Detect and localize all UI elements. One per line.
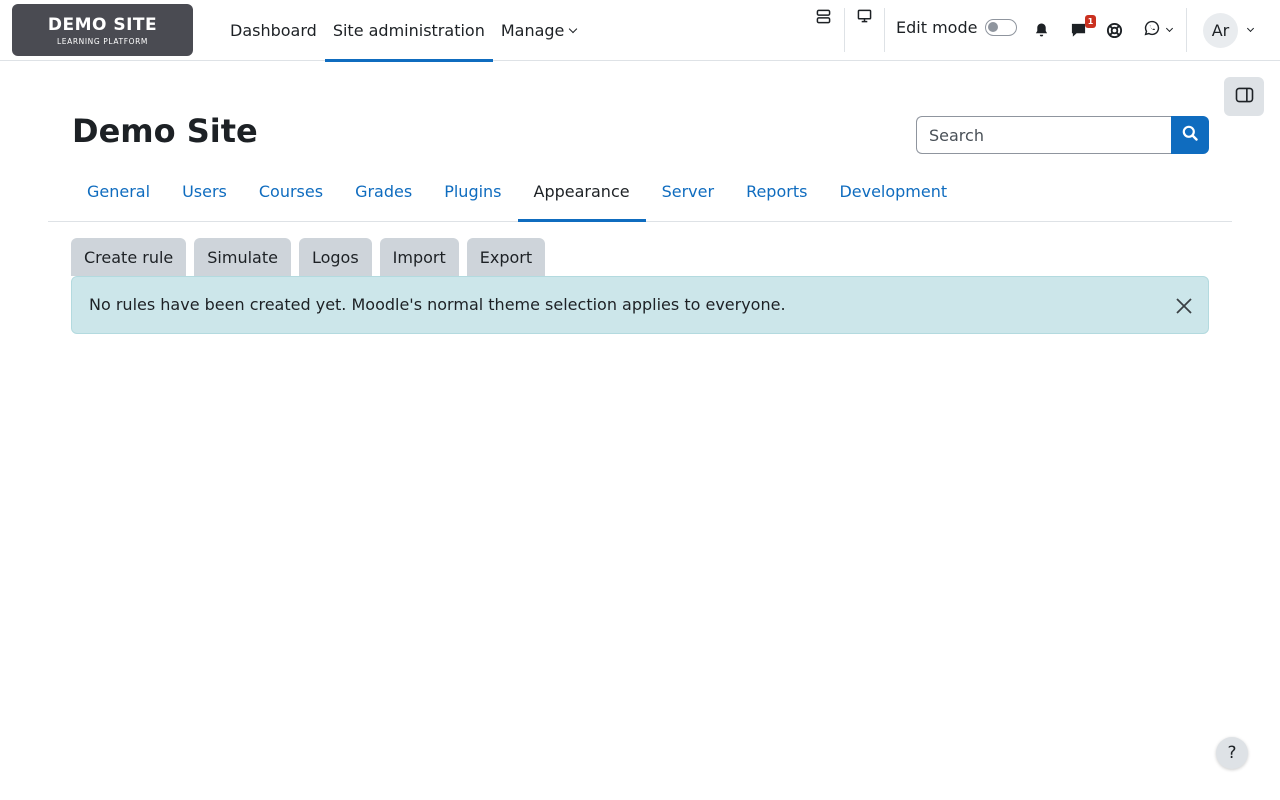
tab-label: General (87, 181, 151, 201)
lifebuoy-icon[interactable] (1104, 20, 1124, 40)
admin-search (916, 116, 1209, 154)
nav-dashboard[interactable]: Dashboard (222, 0, 325, 61)
simulate-button[interactable]: Simulate (194, 238, 291, 276)
search-icon (1182, 125, 1198, 145)
info-alert: No rules have been created yet. Moodle's… (71, 276, 1209, 334)
action-bar: Create rule Simulate Logos Import Export (71, 238, 546, 276)
whatsapp-icon (1144, 20, 1160, 40)
primary-navigation: Dashboard Site administration Manage (222, 0, 585, 62)
tab-label: Appearance (533, 181, 630, 201)
bell-icon[interactable] (1031, 20, 1051, 40)
site-logo[interactable]: DEMO SITE LEARNING PLATFORM (12, 4, 193, 56)
avatar-initials: Ar (1211, 21, 1230, 40)
tab-users[interactable]: Users (166, 161, 243, 221)
page-title: Demo Site (72, 112, 258, 150)
tab-server[interactable]: Server (646, 161, 730, 221)
sidebar-panel-icon (1235, 87, 1254, 107)
chevron-down-icon (1246, 24, 1254, 32)
tab-plugins[interactable]: Plugins (428, 161, 517, 221)
tab-label: Development (839, 181, 948, 201)
top-navbar: DEMO SITE LEARNING PLATFORM Dashboard Si… (0, 0, 1280, 62)
help-label: ? (1227, 743, 1237, 763)
tab-label: Server (661, 181, 715, 201)
navbar-divider (884, 8, 885, 52)
tab-label: Reports (746, 181, 808, 201)
search-button[interactable] (1171, 116, 1209, 154)
navbar-divider (844, 8, 845, 52)
tab-label: Users (182, 181, 227, 201)
edit-mode-toggle[interactable] (985, 19, 1018, 36)
help-button[interactable]: ? (1216, 737, 1248, 769)
tab-label: Grades (355, 181, 413, 201)
secondary-navigation: General Users Courses Grades Plugins App… (48, 161, 1232, 222)
edit-mode-switch[interactable]: Edit mode (896, 18, 1018, 37)
tab-label: Courses (258, 181, 324, 201)
layout-icon[interactable] (813, 6, 833, 26)
close-icon[interactable] (1172, 294, 1196, 318)
tab-general[interactable]: General (71, 161, 166, 221)
tab-appearance[interactable]: Appearance (517, 161, 646, 222)
toggle-knob (988, 22, 999, 32)
chevron-down-icon (569, 24, 578, 33)
navbar-divider (1186, 8, 1187, 52)
messages-count-badge: 1 (1085, 15, 1096, 28)
open-block-drawer-button[interactable] (1224, 77, 1264, 116)
logo-subtitle: LEARNING PLATFORM (57, 37, 148, 46)
nav-manage-dropdown[interactable]: Manage (493, 0, 585, 61)
tab-development[interactable]: Development (823, 161, 963, 221)
whatsapp-menu[interactable] (1140, 20, 1176, 40)
import-button[interactable]: Import (379, 238, 459, 276)
create-rule-button[interactable]: Create rule (71, 238, 187, 276)
desktop-icon[interactable] (854, 6, 874, 26)
export-button[interactable]: Export (466, 238, 546, 276)
tab-reports[interactable]: Reports (730, 161, 823, 221)
chevron-down-icon (1165, 24, 1174, 32)
nav-manage-label: Manage (500, 21, 565, 40)
edit-mode-label: Edit mode (896, 18, 978, 37)
user-avatar[interactable]: Ar (1203, 13, 1238, 48)
user-menu-chevron-down-icon[interactable] (1243, 24, 1257, 36)
alert-message: No rules have been created yet. Moodle's… (89, 295, 786, 314)
nav-site-administration[interactable]: Site administration (324, 0, 493, 62)
logos-button[interactable]: Logos (298, 238, 372, 276)
tab-label: Plugins (444, 181, 502, 201)
nav-site-administration-label: Site administration (332, 21, 485, 40)
tab-grades[interactable]: Grades (339, 161, 428, 221)
nav-dashboard-label: Dashboard (230, 21, 317, 40)
tab-courses[interactable]: Courses (243, 161, 339, 221)
search-input[interactable] (916, 116, 1172, 154)
logo-title: DEMO SITE (47, 15, 158, 35)
